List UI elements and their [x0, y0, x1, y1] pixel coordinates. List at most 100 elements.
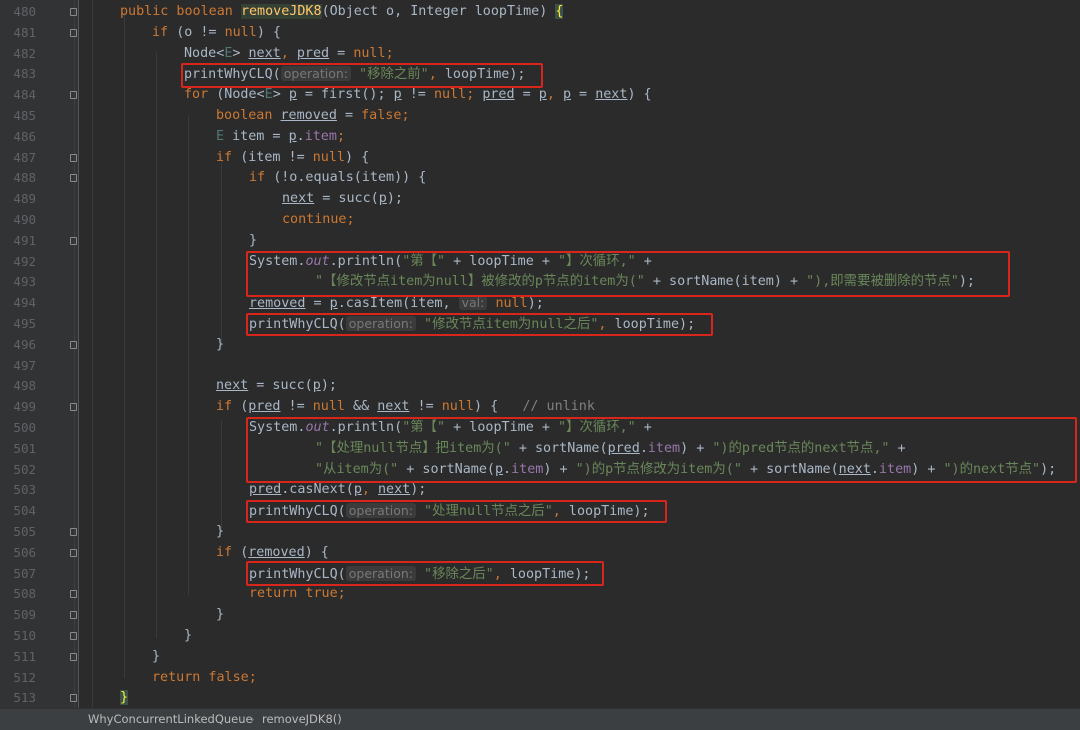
code-token: (!o.equals(item)) { — [273, 170, 427, 186]
line-number: 488 — [13, 170, 36, 186]
code-token: next — [248, 45, 281, 61]
code-line[interactable]: 508 return true; — [0, 584, 1080, 605]
code-line[interactable]: 491} — [0, 231, 1080, 252]
code-line[interactable]: 510} — [0, 626, 1080, 647]
code-token: = first(); — [296, 87, 394, 103]
code-token: pred — [248, 399, 281, 415]
line-number: 506 — [13, 544, 36, 560]
code-token: if — [152, 24, 177, 40]
code-token: = — [305, 296, 330, 312]
code-token: p — [312, 378, 321, 394]
code-text: pred.casNext(p, next); — [249, 480, 426, 501]
code-token: = succ( — [248, 378, 313, 394]
code-line[interactable]: 497 — [0, 356, 1080, 377]
code-line[interactable]: 482 Node<E> next, pred = null; — [0, 44, 1080, 65]
code-token: p — [378, 191, 387, 207]
line-number: 497 — [13, 357, 36, 373]
code-line[interactable]: 485 boolean removed = false; — [0, 106, 1080, 127]
breadcrumb: WhyConcurrentLinkedQueue › removeJDK8() — [0, 708, 1080, 730]
highlight-box — [246, 561, 604, 586]
code-text: Node<E> next, pred = null; — [184, 44, 394, 65]
code-token: removed — [249, 296, 306, 312]
code-token: null — [353, 45, 386, 61]
code-token: p — [288, 87, 297, 103]
code-line[interactable]: 490 continue; — [0, 210, 1080, 231]
code-line[interactable]: 481 if (o != null) { — [0, 23, 1080, 44]
line-number: 503 — [13, 482, 36, 498]
code-line[interactable]: 487 if (item != null) { — [0, 148, 1080, 169]
code-token: , — [546, 87, 563, 103]
code-token: (o != — [176, 24, 225, 40]
code-token: p — [288, 128, 297, 144]
code-token: ; — [466, 87, 483, 103]
code-token: null — [495, 296, 528, 312]
code-token: } — [120, 690, 129, 706]
code-token: removed — [248, 544, 305, 560]
code-token: null — [441, 399, 474, 415]
code-token: , — [280, 45, 297, 61]
code-editor[interactable]: 480 public boolean removeJDK8(Object o, I… — [0, 0, 1080, 708]
line-number: 498 — [13, 378, 36, 394]
code-token: if — [216, 149, 241, 165]
code-token: ); — [410, 482, 427, 498]
line-number: 511 — [13, 648, 36, 664]
code-line[interactable]: 486 E item = p.item; — [0, 127, 1080, 148]
code-token: > — [272, 87, 289, 103]
highlight-box — [246, 251, 1010, 297]
highlight-box — [246, 500, 667, 523]
code-line[interactable]: 484 for (Node<E> p = first(); p != null; … — [0, 85, 1080, 106]
code-token: ) { — [256, 24, 281, 40]
code-token: ; — [385, 45, 394, 61]
line-number: 495 — [13, 316, 36, 331]
code-line[interactable]: 496} — [0, 335, 1080, 356]
code-token: E — [264, 87, 273, 103]
code-text: } — [120, 688, 129, 708]
code-token: .casNext( — [281, 482, 354, 498]
code-text: if (pred != null && next != null) { // u… — [216, 397, 595, 418]
code-token: } — [184, 628, 193, 643]
code-line[interactable]: 513} — [0, 688, 1080, 708]
code-line[interactable]: 489 next = succ(p); — [0, 189, 1080, 210]
line-number: 504 — [13, 503, 36, 519]
code-token: for — [184, 87, 217, 103]
code-token: = — [336, 108, 362, 123]
code-line[interactable]: 488 if (!o.equals(item)) { — [0, 168, 1080, 189]
code-text: for (Node<E> p = first(); p != null; pre… — [184, 85, 652, 106]
code-text: continue; — [282, 210, 355, 231]
code-token: ) { — [627, 87, 652, 103]
code-text: } — [249, 231, 257, 252]
code-token: public boolean — [120, 4, 241, 19]
code-token: ); — [527, 296, 544, 312]
code-text: E item = p.item; — [216, 127, 345, 148]
code-token: = — [514, 87, 539, 103]
code-token: p — [562, 87, 571, 103]
line-number: 482 — [13, 45, 36, 61]
code-token: removed — [280, 108, 337, 123]
line-number: 501 — [13, 440, 36, 456]
code-line[interactable]: 498 next = succ(p); — [0, 376, 1080, 397]
code-token: if — [249, 170, 274, 186]
line-number: 499 — [13, 399, 36, 415]
code-line[interactable]: 480 public boolean removeJDK8(Object o, I… — [0, 2, 1080, 23]
breadcrumb-method[interactable]: removeJDK8() — [262, 709, 342, 730]
code-token: if — [216, 399, 241, 415]
code-token: if — [216, 544, 241, 560]
code-token: = — [329, 45, 354, 61]
code-line[interactable]: 499 if (pred != null && next != null) { /… — [0, 397, 1080, 418]
code-token: } — [249, 232, 258, 248]
line-number: 502 — [13, 461, 36, 477]
code-token: item — [304, 128, 337, 144]
line-number: 481 — [13, 24, 36, 40]
code-text: } — [216, 335, 224, 356]
code-token: next — [216, 378, 249, 394]
breadcrumb-class[interactable]: WhyConcurrentLinkedQueue — [88, 709, 253, 730]
code-token: { — [555, 4, 564, 19]
code-line[interactable]: 511} — [0, 647, 1080, 668]
code-line[interactable]: 505} — [0, 522, 1080, 543]
code-token: next — [595, 87, 628, 103]
code-line[interactable]: 512 return false; — [0, 668, 1080, 689]
code-token: } — [152, 648, 161, 664]
code-line[interactable]: 509} — [0, 605, 1080, 626]
code-line[interactable]: 503 pred.casNext(p, next); — [0, 480, 1080, 501]
code-token: next — [282, 191, 315, 207]
